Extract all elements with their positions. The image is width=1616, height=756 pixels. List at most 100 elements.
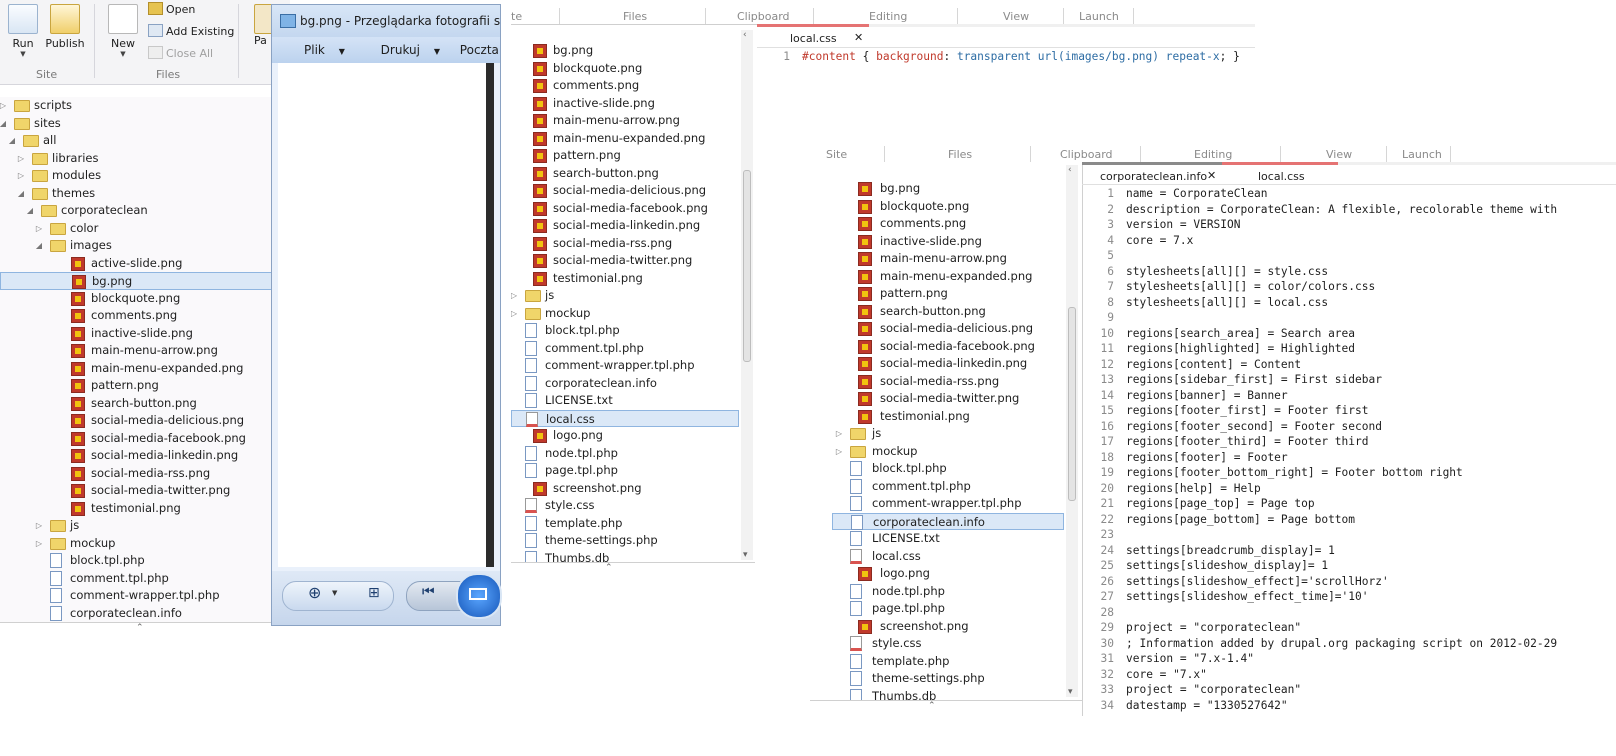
expand-icon[interactable]: ▷ (34, 220, 44, 238)
file-item[interactable]: block.tpl.php (832, 460, 1064, 478)
file-item[interactable]: node.tpl.php (832, 583, 1064, 601)
file-item[interactable]: search-button.png (0, 395, 272, 413)
file-item[interactable]: screenshot.png (511, 480, 739, 498)
chevron-down-icon[interactable]: ▾ (1068, 687, 1073, 697)
folder-item[interactable]: ◢ corporateclean (0, 202, 272, 220)
file-item[interactable]: inactive-slide.png (511, 95, 739, 113)
file-item[interactable]: comment.tpl.php (832, 478, 1064, 496)
run-button[interactable]: Run ▼ (8, 4, 38, 58)
file-item[interactable]: social-media-twitter.png (832, 390, 1064, 408)
file-item[interactable]: active-slide.png (0, 255, 272, 273)
folder-item[interactable]: ▷ libraries (0, 150, 272, 168)
file-item[interactable]: theme-settings.php (511, 532, 739, 550)
code-line[interactable]: regions[page_top] = Page top (1126, 497, 1315, 510)
collapse-icon[interactable]: ◢ (16, 185, 26, 203)
file-item[interactable]: main-menu-expanded.png (0, 360, 272, 378)
file-item[interactable]: corporateclean.info (0, 605, 272, 623)
close-all-button[interactable]: Close All (148, 46, 213, 60)
file-item[interactable]: node.tpl.php (511, 445, 739, 463)
code-line[interactable]: regions[page_bottom] = Page bottom (1126, 513, 1355, 526)
collapse-icon[interactable]: ◢ (0, 115, 8, 133)
expand-icon[interactable]: ▷ (16, 167, 26, 185)
file-item[interactable]: comment-wrapper.tpl.php (832, 495, 1064, 513)
file-item[interactable]: pattern.png (832, 285, 1064, 303)
file-item[interactable]: page.tpl.php (832, 600, 1064, 618)
file-item[interactable]: social-media-linkedin.png (511, 217, 739, 235)
file-item[interactable]: social-media-rss.png (0, 465, 272, 483)
file-item[interactable]: social-media-delicious.png (832, 320, 1064, 338)
folder-item[interactable]: ▷ modules (0, 167, 272, 185)
code-line[interactable]: settings[slideshow_effect]='scrollHorz' (1126, 575, 1389, 588)
expand-icon[interactable]: ▷ (0, 97, 8, 115)
code-line[interactable]: stylesheets[all][] = color/colors.css (1126, 280, 1375, 293)
file-item[interactable]: testimonial.png (0, 500, 272, 518)
file-item[interactable]: block.tpl.php (511, 322, 739, 340)
code-line[interactable]: regions[footer_bottom_right] = Footer bo… (1126, 466, 1463, 479)
code-line[interactable]: settings[slideshow_effect_time]='10' (1126, 590, 1368, 603)
code-line[interactable]: description = CorporateClean: A flexible… (1126, 203, 1557, 216)
expand-icon[interactable]: ▷ (34, 517, 44, 535)
file-item[interactable]: blockquote.png (511, 60, 739, 78)
code-line[interactable]: settings[slideshow_display]= 1 (1126, 559, 1328, 572)
file-item[interactable]: comment-wrapper.tpl.php (0, 587, 272, 605)
file-item[interactable]: inactive-slide.png (832, 233, 1064, 251)
close-tab-icon[interactable]: ✕ (1207, 169, 1216, 182)
file-item[interactable]: comments.png (832, 215, 1064, 233)
file-item[interactable]: blockquote.png (0, 290, 272, 308)
file-item[interactable]: comment.tpl.php (511, 340, 739, 358)
code-line[interactable]: #content { background: transparent url(i… (802, 50, 1240, 63)
file-item[interactable]: comments.png (0, 307, 272, 325)
code-line[interactable]: regions[content] = Content (1126, 358, 1301, 371)
folder-item[interactable]: ▷ js (832, 425, 1064, 443)
file-item[interactable]: testimonial.png (832, 408, 1064, 426)
file-item[interactable]: local.css (832, 548, 1064, 566)
file-item[interactable]: bg.png (0, 272, 272, 290)
close-tab-icon[interactable]: ✕ (854, 31, 863, 44)
publish-button[interactable]: Publish (44, 4, 86, 50)
folder-item[interactable]: ◢ themes (0, 185, 272, 203)
chevron-up-icon[interactable]: ⌃ (136, 623, 144, 633)
file-item[interactable]: page.tpl.php (511, 462, 739, 480)
file-item[interactable]: social-media-facebook.png (511, 200, 739, 218)
folder-item[interactable]: ▷ color (0, 220, 272, 238)
file-item[interactable]: inactive-slide.png (0, 325, 272, 343)
file-item[interactable]: search-button.png (511, 165, 739, 183)
folder-item[interactable]: ▷ scripts (0, 97, 272, 115)
expand-icon[interactable]: ▷ (34, 535, 44, 553)
collapse-icon[interactable]: ◢ (34, 237, 44, 255)
code-line[interactable]: version = "7.x-1.4" (1126, 652, 1254, 665)
expand-icon[interactable]: ▷ (511, 287, 519, 305)
menu-email[interactable]: Poczta e-mail (460, 43, 500, 57)
fit-window-icon[interactable]: ⊞ (368, 585, 380, 601)
file-tree-right[interactable]: bg.png blockquote.png comments.png inactive… (832, 180, 1064, 700)
file-item[interactable]: social-media-delicious.png (511, 182, 739, 200)
code-line[interactable]: ; Information added by drupal.org packag… (1126, 637, 1557, 650)
file-item[interactable]: logo.png (511, 427, 739, 445)
tab-local-css[interactable]: local.css (1258, 170, 1305, 183)
file-tree-middle[interactable]: bg.png blockquote.png comments.png inactive… (511, 42, 739, 562)
code-line[interactable]: stylesheets[all][] = style.css (1126, 265, 1328, 278)
file-item[interactable]: search-button.png (832, 303, 1064, 321)
file-item[interactable]: comment-wrapper.tpl.php (511, 357, 739, 375)
expand-icon[interactable]: ▷ (834, 443, 844, 461)
code-line[interactable]: core = "7.x" (1126, 668, 1207, 681)
collapse-icon[interactable]: ◢ (7, 132, 17, 150)
menu-print[interactable]: Drukuj ▼ (365, 43, 440, 57)
expand-icon[interactable]: ▷ (511, 305, 519, 323)
code-line[interactable]: core = 7.x (1126, 234, 1193, 247)
file-item[interactable]: main-menu-arrow.png (0, 342, 272, 360)
file-item[interactable]: social-media-facebook.png (832, 338, 1064, 356)
file-item[interactable]: comments.png (511, 77, 739, 95)
chevron-up-icon[interactable]: ⌃ (605, 563, 613, 573)
chevron-up-icon[interactable]: ‹ (1068, 165, 1072, 175)
file-item[interactable]: main-menu-expanded.png (511, 130, 739, 148)
file-item[interactable]: social-media-linkedin.png (0, 447, 272, 465)
file-item[interactable]: testimonial.png (511, 270, 739, 288)
file-item[interactable]: corporateclean.info (511, 375, 739, 393)
folder-item[interactable]: ◢ images (0, 237, 272, 255)
folder-item[interactable]: ▷ mockup (0, 535, 272, 553)
folder-item[interactable]: ▷ mockup (511, 305, 739, 323)
folder-item[interactable]: ◢ all (0, 132, 272, 150)
tree-scrollbar[interactable]: ‹ ▾ (741, 30, 753, 560)
file-item[interactable]: template.php (832, 653, 1064, 671)
